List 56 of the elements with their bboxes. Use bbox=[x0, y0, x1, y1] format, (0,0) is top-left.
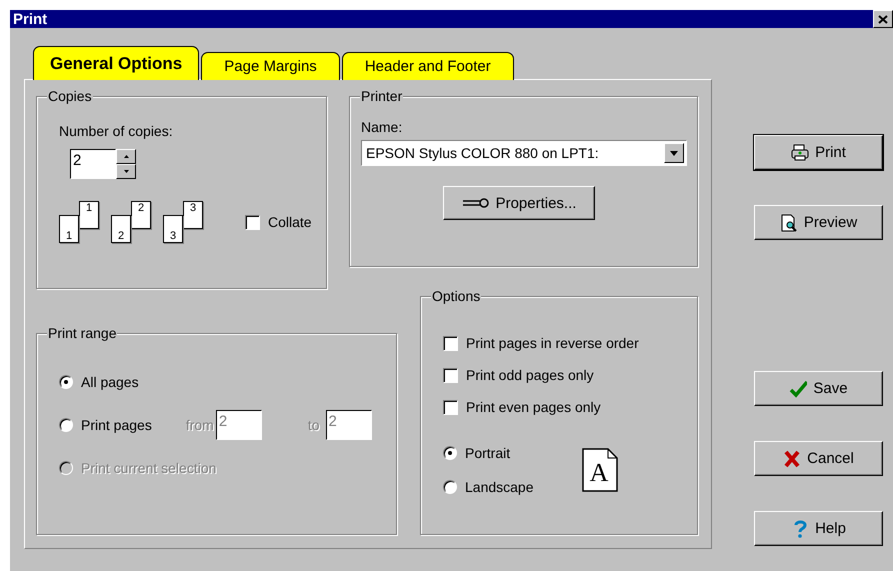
checkbox-label: Collate bbox=[268, 214, 312, 230]
field-label: from bbox=[186, 417, 214, 433]
checkbox-label: Print pages in reverse order bbox=[466, 335, 639, 351]
dialog-button[interactable]: Preview bbox=[754, 205, 883, 240]
checkbox[interactable] bbox=[443, 400, 458, 414]
radio-button[interactable] bbox=[59, 418, 73, 432]
page-icon: 2 bbox=[111, 215, 131, 243]
group-title: Print range bbox=[47, 325, 118, 341]
field-label: Name: bbox=[361, 119, 404, 135]
checkbox-label: Print odd pages only bbox=[466, 367, 594, 383]
page-icon: 1 bbox=[59, 215, 79, 243]
close-button[interactable] bbox=[873, 10, 893, 28]
dropdown-arrow-icon bbox=[670, 150, 678, 156]
to-field[interactable]: 2 bbox=[326, 410, 372, 440]
printer-icon bbox=[791, 144, 810, 162]
checkmark-icon bbox=[789, 380, 808, 398]
group-title: Copies bbox=[47, 88, 93, 104]
cross-icon bbox=[783, 450, 802, 468]
printer-dropdown[interactable]: EPSON Stylus COLOR 880 on LPT1: bbox=[361, 140, 687, 166]
checkbox[interactable] bbox=[245, 214, 260, 230]
tab[interactable]: Page Margins bbox=[201, 52, 340, 80]
radio-button[interactable] bbox=[59, 375, 73, 389]
checkbox[interactable] bbox=[443, 336, 458, 350]
dialog-button[interactable]: Cancel bbox=[754, 441, 883, 476]
dialog-button[interactable]: Print bbox=[754, 135, 883, 170]
down-arrow-icon bbox=[124, 170, 128, 173]
checkbox[interactable] bbox=[443, 368, 458, 382]
tab[interactable]: Header and Footer bbox=[342, 52, 514, 80]
radio-label: All pages bbox=[81, 374, 139, 390]
properties-button[interactable]: Properties... bbox=[443, 186, 595, 220]
radio-button[interactable] bbox=[443, 480, 457, 494]
number-field[interactable]: 2 bbox=[70, 149, 116, 179]
radio-label: Landscape bbox=[465, 479, 534, 495]
page-icon: 3 bbox=[183, 201, 203, 229]
group-title: Printer bbox=[360, 88, 404, 104]
dialog-button[interactable]: Save bbox=[754, 371, 883, 406]
field-label: to bbox=[308, 417, 320, 433]
dialog-button[interactable]: Help bbox=[754, 511, 883, 546]
window-title: Print bbox=[13, 10, 48, 28]
page-icon: 3 bbox=[163, 215, 183, 243]
page-icon: 1 bbox=[79, 201, 99, 229]
spin-up-button[interactable] bbox=[116, 149, 136, 164]
group-title: Options bbox=[431, 288, 482, 304]
field-label: Number of copies: bbox=[59, 123, 174, 139]
radio-label: Print current selection bbox=[81, 460, 216, 476]
magnifier-page-icon bbox=[780, 214, 798, 232]
tab[interactable]: General Options bbox=[33, 46, 200, 80]
checkbox-label: Print even pages only bbox=[466, 399, 601, 415]
portrait-page-icon: A bbox=[582, 448, 618, 492]
radio-button[interactable] bbox=[443, 446, 457, 460]
spin-down-button[interactable] bbox=[116, 164, 136, 179]
close-icon bbox=[878, 14, 888, 24]
up-arrow-icon bbox=[124, 155, 128, 158]
radio-label: Print pages bbox=[81, 417, 152, 433]
radio-label: Portrait bbox=[465, 445, 510, 461]
page-icon: 2 bbox=[131, 201, 151, 229]
